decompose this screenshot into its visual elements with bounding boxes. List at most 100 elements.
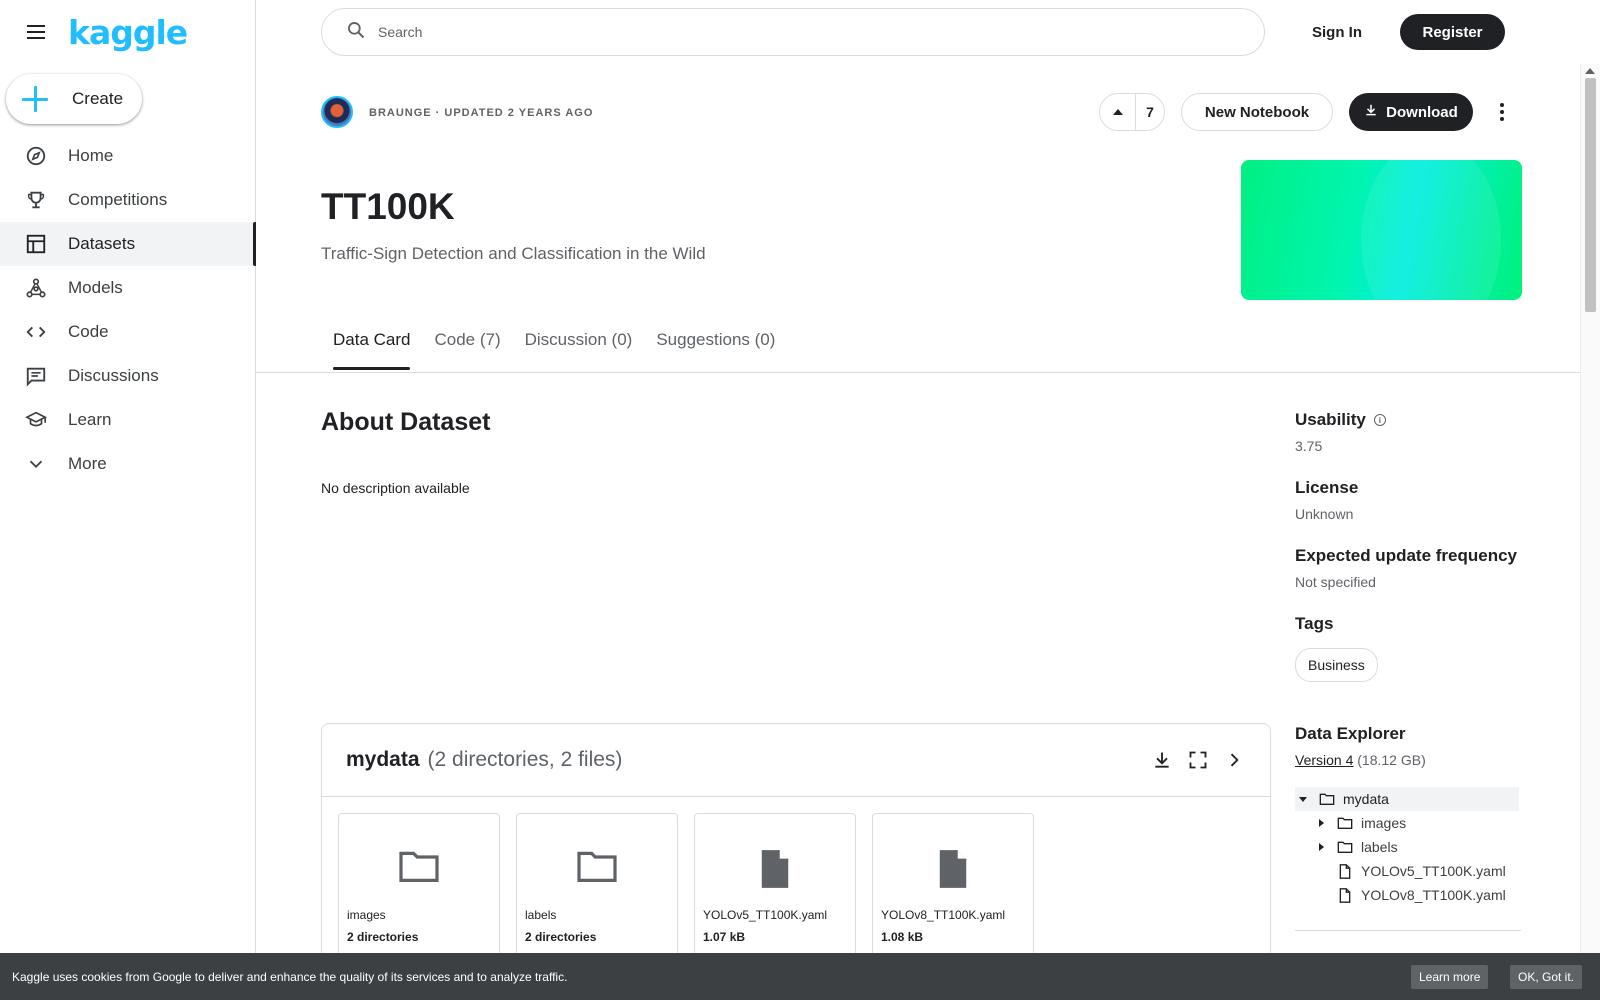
scrollbar-thumb[interactable] (1585, 78, 1596, 312)
search-icon (346, 20, 366, 45)
usability-label: Usability (1295, 410, 1366, 429)
tree-item-label: labels (1361, 839, 1398, 855)
card-detail: 1.08 kB (881, 930, 924, 944)
caret-right-icon[interactable] (1313, 843, 1329, 851)
sidebar: kaggle Create Home Competitions Datasets (0, 0, 256, 1000)
explorer-folder-info: (2 directories, 2 files) (427, 748, 623, 771)
frequency-label: Expected update frequency (1295, 546, 1518, 565)
cookie-ok-button[interactable]: OK, Got it. (1510, 965, 1583, 989)
search-bar[interactable] (321, 8, 1265, 56)
sidebar-item-learn[interactable]: Learn (0, 398, 256, 442)
page-subtitle: Traffic-Sign Detection and Classificatio… (321, 244, 706, 263)
tree-item-labels[interactable]: labels (1295, 835, 1519, 859)
version-link[interactable]: Version 4 (1295, 752, 1353, 768)
card-detail: 2 directories (347, 930, 419, 944)
sidebar-nav: Home Competitions Datasets Models Code D… (0, 134, 256, 486)
file-icon (695, 848, 855, 890)
more-options-icon[interactable] (1490, 100, 1514, 124)
folder-icon (339, 848, 499, 884)
explorer-cards: images 2 directories labels 2 directorie… (322, 797, 1270, 963)
triangle-up-icon (1112, 109, 1123, 115)
page-title: TT100K (321, 186, 455, 227)
cookie-text: Kaggle uses cookies from Google to deliv… (12, 969, 568, 984)
frequency-section: Expected update frequency Not specified (1295, 546, 1525, 590)
sidebar-item-label: Learn (68, 410, 112, 429)
create-button[interactable]: Create (6, 74, 142, 124)
tab-discussion[interactable]: Discussion (0) (525, 330, 633, 370)
kaggle-logo[interactable]: kaggle (68, 13, 188, 52)
learn-more-button[interactable]: Learn more (1411, 965, 1489, 989)
card-detail: 1.07 kB (703, 930, 746, 944)
new-notebook-button[interactable]: New Notebook (1181, 93, 1333, 131)
folder-icon (1337, 839, 1353, 855)
tab-code[interactable]: Code (7) (434, 330, 500, 370)
school-icon (24, 408, 48, 432)
dataset-meta: BRAUNGE · UPDATED 2 YEARS AGO (369, 107, 594, 119)
page-scrollbar[interactable] (1580, 64, 1600, 954)
tree-item-images[interactable]: images (1295, 811, 1519, 835)
caret-down-icon[interactable] (1295, 796, 1311, 802)
license-value: Unknown (1295, 506, 1354, 522)
license-section: License Unknown (1295, 478, 1525, 522)
tab-data-card[interactable]: Data Card (333, 330, 411, 370)
download-icon (1364, 103, 1378, 121)
sidebar-item-home[interactable]: Home (0, 134, 256, 178)
explorer-actions (1150, 748, 1246, 772)
data-explorer-title: Data Explorer (1295, 724, 1406, 743)
sidebar-item-competitions[interactable]: Competitions (0, 178, 256, 222)
download-label: Download (1386, 103, 1458, 121)
sidebar-item-label: Datasets (68, 234, 136, 253)
tree-item-yolov5-yaml[interactable]: YOLOv5_TT100K.yaml (1295, 859, 1519, 883)
tree-item-label: images (1361, 815, 1407, 831)
sidebar-item-more[interactable]: More (0, 442, 256, 486)
chevron-right-icon[interactable] (1222, 748, 1246, 772)
file-icon (1337, 863, 1353, 879)
tag-chip[interactable]: Business (1295, 648, 1378, 682)
sidebar-item-label: More (68, 454, 107, 473)
sidebar-item-label: Models (68, 278, 123, 297)
scroll-up-arrow-icon[interactable] (1585, 68, 1595, 74)
fullscreen-icon[interactable] (1186, 748, 1210, 772)
file-card-yolov5-yaml[interactable]: YOLOv5_TT100K.yaml 1.07 kB (694, 813, 856, 963)
folder-icon (517, 848, 677, 884)
upvote-count: 7 (1146, 104, 1154, 120)
data-explorer-panel: mydata (2 directories, 2 files) images 2… (321, 723, 1271, 983)
dataset-tabs: Data Card Code (7) Discussion (0) Sugges… (333, 330, 775, 370)
upvote-button[interactable] (1100, 94, 1136, 130)
card-name: YOLOv5_TT100K.yaml (703, 908, 828, 922)
file-card-images[interactable]: images 2 directories (338, 813, 500, 963)
sidebar-header: kaggle (0, 0, 255, 64)
sidebar-item-discussions[interactable]: Discussions (0, 354, 256, 398)
file-tree: mydata images labels YOLOv5_TT100K.yaml … (1295, 787, 1519, 907)
caret-right-icon[interactable] (1313, 819, 1329, 827)
tree-item-yolov8-yaml[interactable]: YOLOv8_TT100K.yaml (1295, 883, 1519, 907)
menu-icon[interactable] (24, 20, 48, 44)
create-label: Create (72, 89, 124, 108)
tab-suggestions[interactable]: Suggestions (0) (656, 330, 775, 370)
file-card-yolov8-yaml[interactable]: YOLOv8_TT100K.yaml 1.08 kB (872, 813, 1034, 963)
tags-section: Tags Business (1295, 614, 1525, 682)
models-icon (24, 276, 48, 300)
info-icon[interactable]: i (1373, 414, 1386, 426)
tree-item-label: YOLOv5_TT100K.yaml (1361, 863, 1506, 879)
author-avatar[interactable] (321, 96, 353, 128)
sidebar-item-code[interactable]: Code (0, 310, 256, 354)
search-input[interactable] (378, 24, 1178, 40)
download-button[interactable]: Download (1349, 93, 1473, 131)
frequency-value: Not specified (1295, 574, 1376, 590)
sidebar-item-datasets[interactable]: Datasets (0, 222, 256, 266)
sidebar-item-models[interactable]: Models (0, 266, 256, 310)
tree-item-mydata[interactable]: mydata (1295, 787, 1519, 811)
cookie-banner: Kaggle uses cookies from Google to deliv… (0, 953, 1600, 1000)
sidebar-item-label: Home (68, 146, 114, 165)
card-detail: 2 directories (525, 930, 597, 944)
sign-in-button[interactable]: Sign In (1300, 14, 1374, 50)
upvote-control: 7 (1099, 93, 1165, 131)
sidebar-item-label: Discussions (68, 366, 159, 385)
file-card-labels[interactable]: labels 2 directories (516, 813, 678, 963)
plus-icon (22, 86, 48, 112)
register-button[interactable]: Register (1400, 14, 1505, 50)
tags-label: Tags (1295, 614, 1334, 633)
download-icon[interactable] (1150, 748, 1174, 772)
file-icon (1337, 887, 1353, 903)
